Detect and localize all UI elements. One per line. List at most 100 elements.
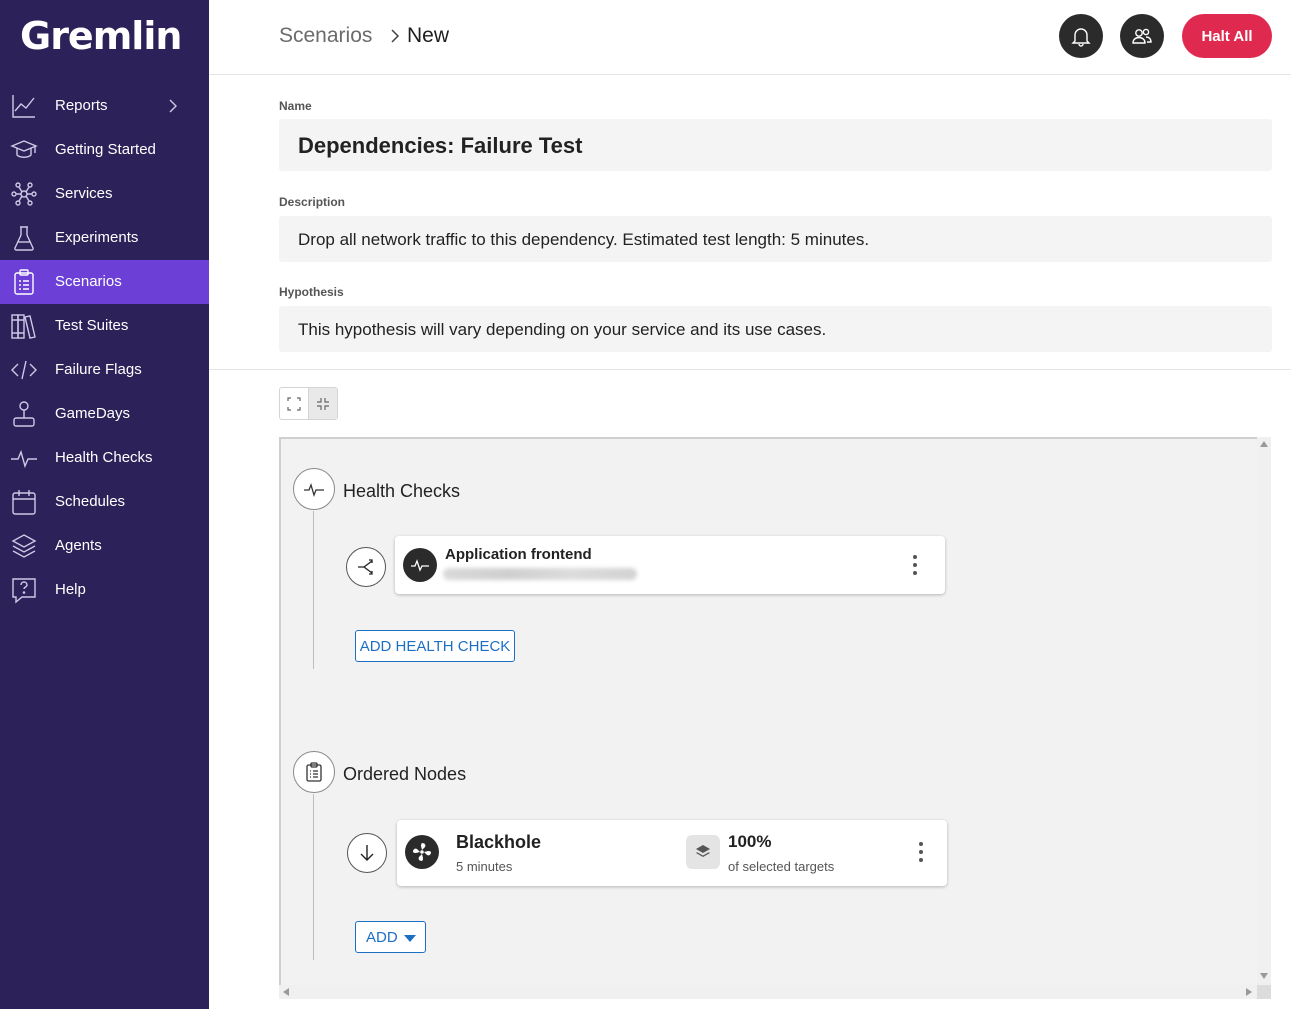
sidebar-item-health-checks[interactable]: Health Checks [0, 436, 209, 480]
target-layers-badge [686, 835, 720, 869]
chevron-right-icon[interactable] [166, 98, 180, 114]
description-value: Drop all network traffic to this depende… [298, 230, 870, 249]
scroll-right-arrow-icon[interactable] [1246, 988, 1252, 996]
sidebar-item-label: Services [55, 185, 113, 202]
scroll-up-arrow-icon[interactable] [1260, 441, 1268, 447]
section-divider [209, 369, 1291, 370]
scenario-canvas: Health Checks Application frontend ADD H… [279, 437, 1257, 985]
compact-view-button[interactable] [308, 388, 337, 419]
name-field[interactable]: Dependencies: Failure Test [279, 119, 1272, 171]
scroll-left-arrow-icon[interactable] [283, 988, 289, 996]
heartbeat-icon [11, 449, 37, 469]
sidebar-item-failure-flags[interactable]: Failure Flags [0, 348, 209, 392]
heartbeat-icon [411, 559, 429, 572]
layers-icon [11, 534, 37, 558]
health-checks-connector [313, 511, 314, 669]
sidebar-item-agents[interactable]: Agents [0, 524, 209, 568]
network-nodes-icon [11, 182, 37, 206]
name-label: Name [279, 99, 312, 113]
node-title: Blackhole [456, 832, 542, 852]
chart-line-icon [12, 95, 35, 118]
hypothesis-field[interactable]: This hypothesis will vary depending on y… [279, 306, 1272, 352]
joystick-icon [13, 401, 35, 427]
sidebar-item-reports[interactable]: Reports [0, 84, 209, 128]
sidebar-item-experiments[interactable]: Experiments [0, 216, 209, 260]
sidebar-item-label: Getting Started [55, 141, 156, 158]
vertical-scrollbar[interactable] [1257, 437, 1271, 985]
view-toggle-group [279, 387, 338, 420]
health-check-branch-button[interactable] [346, 547, 386, 587]
sidebar-item-services[interactable]: Services [0, 172, 209, 216]
sidebar-item-label: Scenarios [55, 273, 122, 290]
node-duration: 5 minutes [456, 859, 513, 874]
expand-icon [287, 396, 301, 411]
node-order-arrow[interactable] [347, 833, 387, 873]
layers-icon [696, 845, 710, 857]
sidebar-item-gamedays[interactable]: GameDays [0, 392, 209, 436]
gremlin-logo[interactable]: Gremlin [20, 14, 182, 58]
name-value: Dependencies: Failure Test [298, 133, 583, 158]
branch-arrows-icon [358, 559, 373, 575]
swirl-icon [413, 843, 431, 861]
hypothesis-value: This hypothesis will vary depending on y… [298, 320, 827, 339]
sidebar-item-label: Failure Flags [55, 361, 142, 378]
caret-down-icon [404, 935, 416, 942]
target-caption: of selected targets [728, 859, 835, 874]
description-field[interactable]: Drop all network traffic to this depende… [279, 216, 1272, 262]
health-check-card[interactable]: Application frontend [395, 536, 945, 594]
sidebar-item-label: Experiments [55, 229, 139, 246]
health-checks-section-icon [293, 468, 335, 510]
arrow-down-icon [360, 845, 374, 861]
notifications-button[interactable] [1059, 14, 1103, 58]
description-label: Description [279, 195, 346, 209]
top-header: Scenarios New Halt All [209, 0, 1291, 75]
breadcrumb-current: New [407, 24, 450, 47]
sidebar-item-label: Help [55, 581, 86, 598]
health-checks-title: Health Checks [343, 481, 461, 501]
clipboard-list-icon [14, 269, 34, 295]
heartbeat-icon [304, 483, 324, 497]
ordered-nodes-section-icon [293, 751, 335, 793]
expand-view-button[interactable] [280, 388, 308, 419]
redacted-endpoint [443, 568, 637, 580]
clipboard-list-icon [306, 762, 322, 782]
sidebar-item-label: Test Suites [55, 317, 129, 334]
horizontal-scrollbar[interactable] [279, 985, 1257, 999]
flask-icon [14, 226, 34, 251]
halt-all-button[interactable]: Halt All [1182, 14, 1272, 58]
add-health-check-button[interactable]: ADD HEALTH CHECK [355, 630, 515, 662]
scroll-down-arrow-icon[interactable] [1260, 973, 1268, 979]
bell-icon [1071, 28, 1091, 47]
sidebar-item-help[interactable]: Help [0, 568, 209, 612]
blackhole-icon [405, 835, 439, 869]
ordered-nodes-title: Ordered Nodes [343, 764, 467, 784]
question-bubble-icon [12, 578, 36, 604]
team-button[interactable] [1120, 14, 1164, 58]
sidebar-item-schedules[interactable]: Schedules [0, 480, 209, 524]
hypothesis-label: Hypothesis [279, 285, 344, 299]
health-check-card-title: Application frontend [445, 546, 592, 563]
health-check-menu-button[interactable] [907, 553, 923, 577]
sidebar-item-label: Agents [55, 537, 102, 554]
target-percent: 100% [728, 832, 772, 851]
chevron-right-icon [391, 29, 400, 43]
sidebar: Gremlin Reports Getting Started Services… [0, 0, 209, 1009]
sidebar-item-getting-started[interactable]: Getting Started [0, 128, 209, 172]
node-menu-button[interactable] [913, 840, 929, 864]
sidebar-item-label: Reports [55, 97, 108, 114]
sidebar-item-label: Health Checks [55, 449, 153, 466]
calendar-icon [12, 490, 36, 515]
sidebar-item-label: Schedules [55, 493, 126, 510]
sidebar-item-scenarios[interactable]: Scenarios [0, 260, 209, 304]
users-icon [1132, 28, 1152, 44]
breadcrumb-scenarios[interactable]: Scenarios [279, 24, 372, 48]
health-check-card-icon [403, 548, 437, 582]
graduation-cap-icon [10, 140, 38, 158]
blackhole-node-card[interactable]: Blackhole 5 minutes 100% of selected tar… [397, 820, 947, 886]
sidebar-item-label: GameDays [55, 405, 131, 422]
sidebar-nav: Reports Getting Started Services Experim… [0, 84, 209, 612]
add-node-dropdown[interactable]: ADD [355, 921, 426, 953]
code-brackets-icon [11, 360, 37, 380]
sidebar-item-test-suites[interactable]: Test Suites [0, 304, 209, 348]
ordered-nodes-connector [313, 794, 314, 960]
